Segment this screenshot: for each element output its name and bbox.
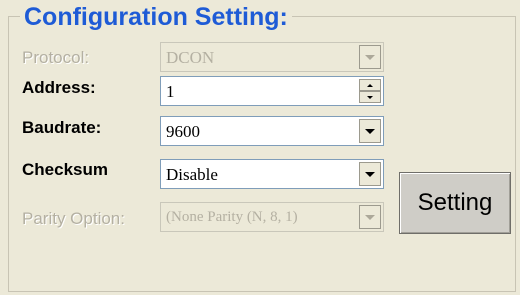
arrow-down-icon[interactable] <box>359 91 381 103</box>
setting-button[interactable]: Setting <box>399 172 511 234</box>
baudrate-label: Baudrate: <box>22 118 102 137</box>
protocol-value: DCON <box>166 48 215 67</box>
protocol-label: Protocol: <box>22 48 90 67</box>
chevron-down-icon[interactable] <box>359 162 381 186</box>
arrow-up-icon[interactable] <box>359 79 381 91</box>
parity-select: (None Parity (N, 8, 1) <box>160 202 384 232</box>
chevron-down-icon[interactable] <box>359 119 381 143</box>
parity-value: (None Parity (N, 8, 1) <box>166 209 298 225</box>
protocol-select: DCON <box>160 42 384 72</box>
checksum-value: Disable <box>166 165 218 184</box>
chevron-down-icon <box>359 205 381 229</box>
chevron-down-icon <box>359 45 381 69</box>
baudrate-select[interactable]: 9600 <box>160 116 384 146</box>
checksum-select[interactable]: Disable <box>160 159 384 189</box>
parity-label: Parity Option: <box>22 209 125 228</box>
checksum-label: Checksum <box>22 160 108 179</box>
address-input[interactable]: 1 <box>160 76 384 106</box>
address-label: Address: <box>22 78 96 97</box>
address-value: 1 <box>166 82 175 101</box>
group-title: Configuration Setting: <box>20 3 292 31</box>
address-spinner[interactable] <box>359 79 381 103</box>
baudrate-value: 9600 <box>166 122 200 141</box>
